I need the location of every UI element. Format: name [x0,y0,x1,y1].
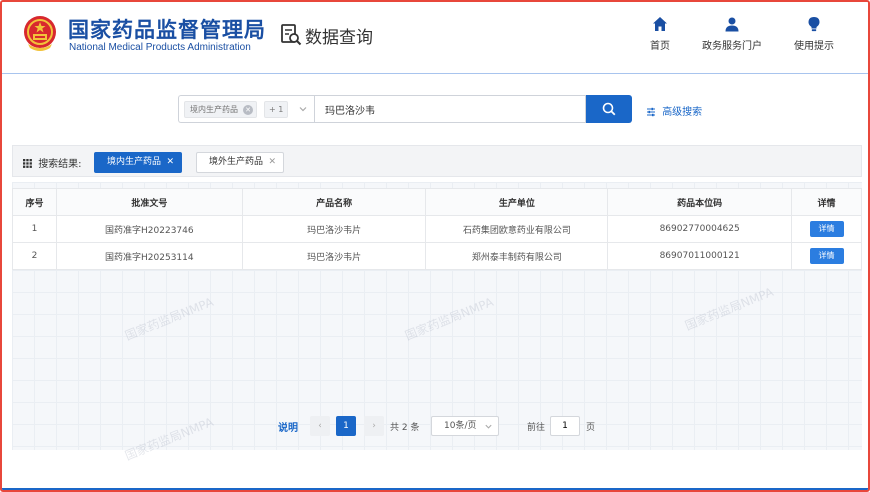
nav-gov-portal-label: 政务服务门户 [702,41,762,52]
column-header: 产品名称 [241,188,427,216]
chevron-down-icon [485,424,492,429]
table-header-row: 序号 批准文号 产品名称 生产单位 药品本位码 详情 [12,188,862,216]
nav-home[interactable]: 首页 [645,16,675,52]
advanced-search-link[interactable]: 高级搜索 [646,103,702,118]
home-icon [653,17,667,31]
tab-foreign-drugs[interactable]: 境外生产药品 ✕ [196,152,285,173]
tab-foreign-label: 境外生产药品 [209,157,264,167]
filter-sliders-icon [647,107,655,117]
cell-drug-code: 86902770004625 [607,215,793,243]
tab-domestic-drugs[interactable]: 境内生产药品 ✕ [94,152,183,173]
org-name-en: National Medical Products Administration [69,42,251,53]
advanced-search-label: 高级搜索 [662,107,703,118]
grid-icon [23,159,32,168]
nav-usage-tips[interactable]: 使用提示 [790,16,838,52]
page-size-value: 10条/页 [444,421,477,431]
cell-index: 1 [12,215,57,243]
cell-detail: 详情 [791,242,862,270]
cell-product: 玛巴洛沙韦片 [241,242,427,270]
chevron-right-icon: › [372,421,376,431]
category-tag-label: 境内生产药品 [190,105,238,114]
cell-product: 玛巴洛沙韦片 [241,215,427,243]
watermark: 国家药监局NMPA [682,284,776,334]
next-page-button[interactable]: › [364,416,384,436]
cell-approval-no: 国药准字H20223746 [55,215,243,243]
cell-manufacturer: 郑州泰丰制药有限公司 [425,242,609,270]
tab-domestic-label: 境内生产药品 [107,157,162,167]
table-row: 2 国药准字H20253114 玛巴洛沙韦片 郑州泰丰制药有限公司 869070… [12,242,862,270]
total-count: 共 2 条 [390,423,420,433]
results-table: 序号 批准文号 产品名称 生产单位 药品本位码 详情 1 国药准字H202237… [12,188,862,270]
national-emblem-icon [24,16,56,51]
column-header: 详情 [791,188,862,216]
chevron-left-icon: ‹ [318,421,322,431]
results-table-area: 国家药监局NMPA 国家药监局NMPA 国家药监局NMPA 国家药监局NMPA … [12,182,862,463]
cell-detail: 详情 [791,215,862,243]
page-size-select[interactable]: 10条/页 [431,416,499,436]
bulb-icon [808,17,820,32]
page-number-current[interactable]: 1 [336,416,356,436]
search-button[interactable] [586,95,632,123]
page-title: 数据查询 [305,28,373,48]
cell-drug-code: 86907011000121 [607,242,793,270]
org-name-cn: 国家药品监督管理局 [68,18,266,42]
goto-label: 前往 [527,423,546,433]
category-tag: 境内生产药品 ✕ [184,101,257,118]
search-bar: 境内生产药品 ✕ + 1 [178,95,632,123]
prev-page-button[interactable]: ‹ [310,416,330,436]
remove-tag-icon[interactable]: ✕ [243,105,253,115]
chevron-down-icon [299,107,307,112]
nav-home-label: 首页 [650,41,670,52]
watermark: 国家药监局NMPA [402,294,496,344]
nav-gov-portal[interactable]: 政务服务门户 [699,16,765,52]
column-header: 生产单位 [425,188,609,216]
detail-button[interactable]: 详情 [809,248,844,264]
page-suffix: 页 [586,423,596,433]
cell-manufacturer: 石药集团欧意药业有限公司 [425,215,609,243]
watermark: 国家药监局NMPA [122,414,216,464]
column-header: 序号 [12,188,57,216]
app-window: 国家药品监督管理局 National Medical Products Admi… [0,0,870,492]
more-tags-count: + 1 [264,101,289,118]
search-input[interactable] [314,95,586,123]
watermark: 国家药监局NMPA [122,294,216,344]
search-icon [602,102,616,116]
close-icon[interactable]: ✕ [166,153,174,172]
bottom-divider [2,488,868,490]
results-label-text: 搜索结果: [38,159,82,170]
detail-button[interactable]: 详情 [809,221,844,237]
results-bar: 搜索结果: 境内生产药品 ✕ 境外生产药品 ✕ [12,145,862,177]
table-row: 1 国药准字H20223746 玛巴洛沙韦片 石药集团欧意药业有限公司 8690… [12,215,862,243]
column-header: 药品本位码 [607,188,793,216]
pagination-note-link[interactable]: 说明 [278,419,298,434]
document-search-icon [281,24,302,46]
goto-page-input[interactable] [550,416,580,436]
site-header: 国家药品监督管理局 National Medical Products Admi… [2,2,868,74]
nav-usage-tips-label: 使用提示 [794,41,834,52]
cell-approval-no: 国药准字H20253114 [55,242,243,270]
cell-index: 2 [12,242,57,270]
column-header: 批准文号 [55,188,243,216]
category-select[interactable]: 境内生产药品 ✕ + 1 [178,95,314,123]
close-icon[interactable]: ✕ [268,153,276,172]
user-icon [725,17,739,32]
results-label: 搜索结果: [23,155,82,170]
